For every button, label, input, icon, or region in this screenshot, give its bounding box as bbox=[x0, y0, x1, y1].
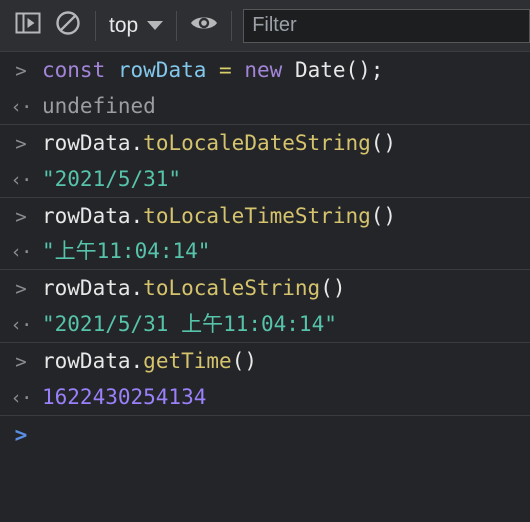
code-token: () bbox=[370, 203, 397, 228]
code-token: const bbox=[42, 58, 106, 82]
clear-console-button[interactable] bbox=[48, 6, 88, 46]
chevron-down-icon bbox=[147, 21, 164, 30]
console-output-value: "2021/5/31 上午11:04:14" bbox=[42, 311, 337, 338]
console-prompt[interactable]: > bbox=[0, 416, 530, 449]
console-sidebar-toggle-button[interactable] bbox=[8, 6, 48, 46]
filter-input[interactable] bbox=[243, 8, 530, 43]
input-marker-icon: > bbox=[15, 205, 27, 228]
code-token: rowData bbox=[117, 58, 207, 82]
output-marker-icon: ‹· bbox=[10, 95, 33, 118]
code-token: = bbox=[219, 58, 232, 82]
console-output-row[interactable]: ‹· undefined bbox=[0, 88, 530, 124]
value-token: "2021/5/31" bbox=[42, 166, 182, 191]
console-output-row[interactable]: ‹· "上午11:04:14" bbox=[0, 233, 530, 269]
code-token: getTime bbox=[143, 349, 232, 373]
code-token: () bbox=[320, 276, 346, 301]
value-token: "2021/5/31 上午11:04:14" bbox=[42, 312, 337, 337]
code-token: . bbox=[130, 276, 144, 301]
code-token: rowData bbox=[42, 276, 131, 301]
console-input-row[interactable]: > const rowData = new Date(); bbox=[0, 52, 530, 88]
code-token: . bbox=[130, 349, 144, 373]
console-message-group: > rowData.getTime() ‹· 1622430254134 bbox=[0, 343, 530, 416]
toolbar-divider bbox=[176, 10, 178, 41]
code-token: toLocaleTimeString bbox=[143, 203, 371, 228]
console-input-row[interactable]: > rowData.toLocaleString() bbox=[0, 270, 530, 306]
output-marker-icon: ‹· bbox=[10, 168, 33, 191]
input-marker-icon: > bbox=[15, 60, 27, 82]
console-input-expression: const rowData = new Date(); bbox=[42, 57, 383, 84]
console-message-list[interactable]: > const rowData = new Date(); ‹· undefined >… bbox=[0, 52, 530, 522]
console-output-row[interactable]: ‹· 1622430254134 bbox=[0, 379, 530, 415]
code-token: () bbox=[370, 130, 397, 155]
input-marker-icon: > bbox=[15, 278, 27, 301]
live-expression-button[interactable] bbox=[184, 6, 224, 46]
console-input-row[interactable]: > rowData.toLocaleDateString() bbox=[0, 125, 530, 161]
code-token: Date(); bbox=[294, 58, 384, 82]
output-marker-icon: ‹· bbox=[10, 241, 33, 264]
console-output-value: "上午11:04:14" bbox=[42, 238, 210, 265]
output-marker-icon: ‹· bbox=[10, 386, 33, 409]
code-token: rowData bbox=[42, 349, 131, 373]
console-output-value: 1622430254134 bbox=[42, 384, 206, 411]
execution-context-label: top bbox=[109, 14, 139, 37]
console-message-group: > rowData.toLocaleDateString() ‹· "2021/5/3… bbox=[0, 125, 530, 198]
code-token: toLocaleDateString bbox=[143, 130, 371, 155]
console-input-expression: rowData.toLocaleString() bbox=[42, 275, 345, 302]
code-token: new bbox=[244, 58, 283, 82]
console-output-value: "2021/5/31" bbox=[42, 166, 181, 193]
value-token: "上午11:04:14" bbox=[42, 239, 211, 264]
execution-context-selector[interactable]: top bbox=[103, 8, 169, 44]
toolbar-divider bbox=[95, 10, 96, 41]
code-token: . bbox=[130, 130, 144, 155]
eye-icon bbox=[189, 12, 219, 39]
console-message-group: > const rowData = new Date(); ‹· undefined bbox=[0, 52, 530, 125]
value-token: 1622430254134 bbox=[42, 384, 207, 409]
code-token: rowData bbox=[42, 203, 131, 228]
devtools-console-panel: top > const rowData = new Date(); ‹· undefi… bbox=[0, 0, 530, 522]
console-input-row[interactable]: > rowData.toLocaleTimeString() bbox=[0, 198, 530, 234]
prompt-caret-icon: > bbox=[14, 422, 28, 447]
clear-console-icon bbox=[55, 10, 81, 41]
output-marker-icon: ‹· bbox=[10, 314, 33, 337]
console-input-row[interactable]: > rowData.getTime() bbox=[0, 343, 530, 379]
code-token: . bbox=[130, 203, 144, 228]
console-input-expression: rowData.toLocaleTimeString() bbox=[42, 203, 396, 230]
input-marker-icon: > bbox=[15, 351, 27, 373]
console-prompt-input[interactable] bbox=[42, 423, 530, 449]
console-toolbar: top bbox=[0, 0, 530, 52]
console-output-row[interactable]: ‹· "2021/5/31 上午11:04:14" bbox=[0, 306, 530, 342]
input-marker-icon: > bbox=[15, 132, 27, 155]
console-output-value: undefined bbox=[42, 93, 156, 120]
value-token: undefined bbox=[42, 93, 156, 118]
console-sidebar-toggle-icon bbox=[15, 11, 41, 40]
console-input-expression: rowData.toLocaleDateString() bbox=[42, 130, 396, 157]
code-token: toLocaleString bbox=[143, 276, 321, 301]
toolbar-divider bbox=[231, 10, 233, 41]
console-input-expression: rowData.getTime() bbox=[42, 348, 257, 375]
console-message-group: > rowData.toLocaleTimeString() ‹· "上午11:04:… bbox=[0, 198, 530, 271]
code-token: rowData bbox=[42, 130, 131, 155]
code-token: () bbox=[231, 349, 257, 373]
console-output-row[interactable]: ‹· "2021/5/31" bbox=[0, 161, 530, 197]
console-message-group: > rowData.toLocaleString() ‹· "2021/5/31 上午… bbox=[0, 270, 530, 343]
